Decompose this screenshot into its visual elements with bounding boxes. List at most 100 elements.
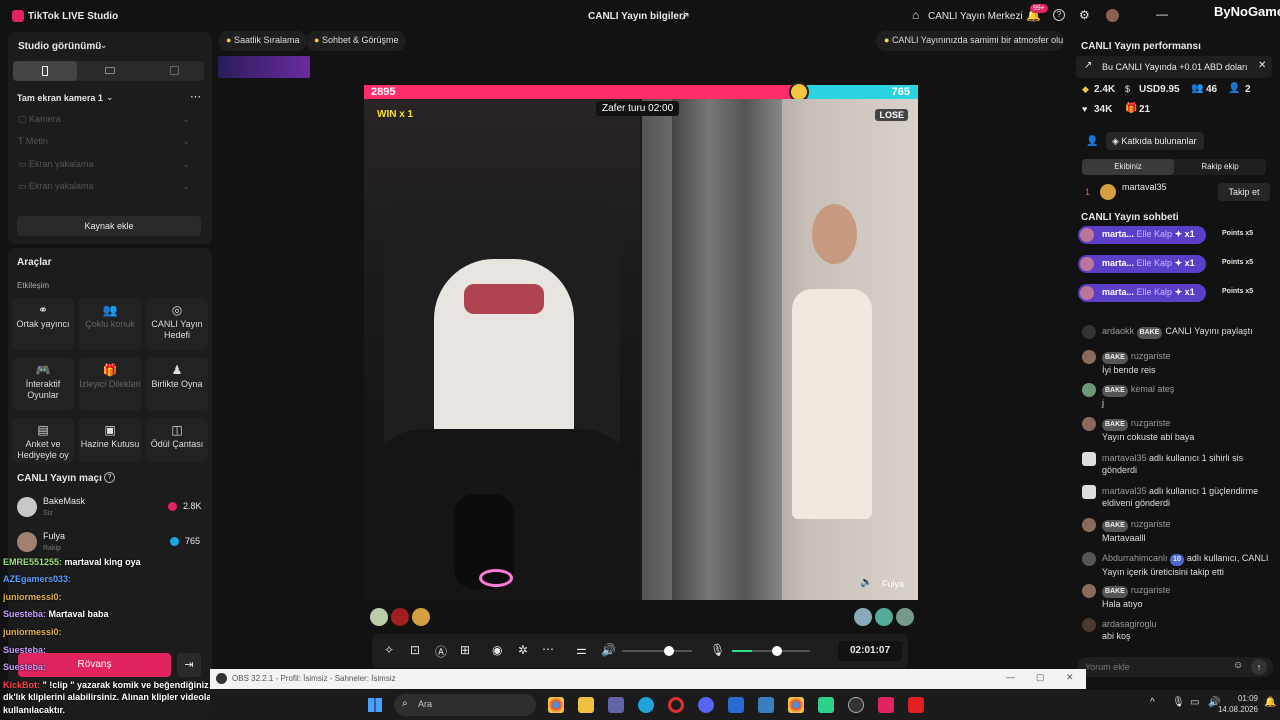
microphone-icon[interactable]: 🎙	[710, 643, 725, 657]
chevron-down-icon[interactable]: ⌄	[182, 136, 190, 147]
treasure-box-tool[interactable]: ▣ Hazine Kutusu	[79, 417, 141, 463]
discord-icon[interactable]	[698, 697, 714, 713]
chevron-down-icon[interactable]: ⌄	[106, 92, 114, 103]
avatar[interactable]	[1106, 9, 1119, 22]
comment-field[interactable]	[1085, 660, 1225, 674]
tiktok-icon[interactable]	[878, 697, 894, 713]
scene-name[interactable]: Tam ekran kamera 1	[17, 93, 103, 103]
microphone-icon[interactable]: 🎙	[1172, 697, 1185, 708]
tab-your-team[interactable]: Ekibiniz	[1082, 159, 1174, 175]
viewer-wishes-tool[interactable]: 🎁 İzleyici Dilekleri	[79, 357, 141, 411]
app-icon[interactable]	[818, 697, 834, 713]
avatar[interactable]	[896, 608, 914, 626]
chrome-icon[interactable]	[548, 697, 564, 713]
record-icon[interactable]: ◉	[492, 643, 502, 657]
chat-message: Abdurrahimcanlı 10 adlı kullanıcı, CANLI …	[1082, 552, 1272, 578]
home-icon[interactable]: ⌂	[912, 8, 919, 22]
minimize-icon[interactable]: —	[1006, 672, 1015, 682]
chevron-down-icon[interactable]: ⌄	[182, 159, 190, 170]
exit-match-button[interactable]: ⇥	[177, 653, 201, 677]
opera-icon[interactable]	[668, 697, 684, 713]
speaker-icon[interactable]: 🔊	[601, 643, 616, 657]
chevron-down-icon[interactable]: ⌄	[182, 114, 190, 125]
source-row[interactable]: ▭ Ekran yakalama ⌄	[18, 181, 190, 199]
speaker-volume-slider[interactable]	[622, 646, 692, 656]
network-icon[interactable]: ▭	[1190, 697, 1199, 708]
obs-icon[interactable]	[848, 697, 864, 713]
mic-volume-slider[interactable]	[732, 646, 810, 656]
taskbar-search[interactable]: ⌕ Ara	[394, 694, 536, 716]
multi-layout-icon[interactable]	[170, 66, 179, 75]
chevron-down-icon[interactable]: ⌄	[182, 181, 190, 192]
settings-icon[interactable]: ⚙	[1079, 8, 1090, 22]
tab-opponent-team[interactable]: Rakip ekip	[1174, 159, 1266, 175]
minimize-icon[interactable]: —	[1156, 7, 1168, 21]
fan-badge: BAKE	[1102, 520, 1128, 532]
add-source-button[interactable]: Kaynak ekle	[17, 216, 201, 236]
live-info-title[interactable]: CANLI Yayın bilgileri	[588, 11, 686, 22]
trophy-icon: ●	[226, 35, 234, 45]
photos-icon[interactable]	[758, 697, 774, 713]
clock-time[interactable]: 01:09	[1220, 694, 1258, 703]
multi-guest-tool[interactable]: 👥 Çoklu konuk	[79, 297, 141, 351]
help-icon[interactable]: ?	[1053, 9, 1065, 21]
avatar[interactable]	[854, 608, 872, 626]
emoji-icon[interactable]: ☺	[1233, 660, 1243, 671]
windows-start-icon[interactable]	[368, 698, 382, 712]
more-icon[interactable]: ⋯	[542, 642, 554, 656]
source-row[interactable]: ▢ Kamera ⌄	[18, 114, 190, 132]
mail-icon[interactable]	[728, 697, 744, 713]
obs-window-titlebar[interactable]: OBS 32.2.1 - Profil: İsimsiz - Sahneler:…	[210, 669, 1086, 689]
add-media-icon[interactable]: ⊞	[460, 643, 470, 657]
live-goal-tool[interactable]: ◎ CANLI Yayın Hedefi	[146, 297, 208, 351]
chrome-icon[interactable]	[788, 697, 804, 713]
slider-handle[interactable]	[772, 646, 782, 656]
speaker-icon[interactable]: 🔈	[860, 577, 872, 588]
youtube-icon[interactable]	[908, 697, 924, 713]
effects-icon[interactable]: ✧	[384, 643, 394, 657]
slider-handle[interactable]	[664, 646, 674, 656]
avatar[interactable]	[412, 608, 430, 626]
contributors-toggle-icon[interactable]: 👤	[1086, 136, 1098, 147]
avatar[interactable]	[875, 608, 893, 626]
play-together-tool[interactable]: ♟ Birlikte Oyna	[146, 357, 208, 411]
close-icon[interactable]: ✕	[1066, 672, 1074, 683]
follow-button[interactable]: Takip et	[1218, 183, 1270, 201]
teams-icon[interactable]	[608, 697, 624, 713]
reward-bag-tool[interactable]: ◫ Ödül Çantası	[146, 417, 208, 463]
gift-icon	[1082, 485, 1096, 499]
tip-chip[interactable]: ● CANLI Yayınınızda samimi bir atmosfer …	[876, 31, 1064, 51]
ai-icon[interactable]: Ⓐ	[435, 643, 447, 660]
source-row[interactable]: T Metin ⌄	[18, 136, 190, 154]
file-explorer-icon[interactable]	[578, 697, 594, 713]
screenshot-icon[interactable]: ⊡	[410, 643, 420, 657]
clock-date[interactable]: 14.08.2026	[1212, 705, 1258, 714]
comment-input[interactable]: ☺ ↑	[1077, 657, 1273, 677]
poll-tool[interactable]: ▤ Anket ve Hediyeyle oy	[12, 417, 74, 463]
studio-view-dropdown[interactable]: Studio görünümü	[18, 41, 101, 52]
mixer-icon[interactable]: ⚌	[576, 643, 587, 657]
avatar[interactable]	[370, 608, 388, 626]
co-host-tool[interactable]: ⚭ Ortak yayıncı	[12, 297, 74, 351]
tray-chevron-icon[interactable]: ^	[1150, 697, 1155, 708]
hourly-ranking-chip[interactable]: ● Saatlik Sıralama	[218, 31, 308, 51]
landscape-icon[interactable]	[105, 67, 115, 74]
player-name: Fulya	[43, 531, 66, 541]
source-row[interactable]: ▭ Ekran yakalama ⌄	[18, 159, 190, 177]
interactive-games-tool[interactable]: 🎮 İnteraktif Oyunlar	[12, 357, 74, 411]
avatar[interactable]	[391, 608, 409, 626]
edge-icon[interactable]	[638, 697, 654, 713]
live-center-link[interactable]: CANLI Yayın Merkezi	[928, 11, 1023, 22]
chevron-down-icon[interactable]: ⌄	[100, 40, 108, 51]
camera-switch-icon[interactable]: ✲	[518, 643, 528, 657]
maximize-icon[interactable]: ▢	[1036, 672, 1045, 683]
close-icon[interactable]: ✕	[1258, 60, 1266, 71]
info-icon[interactable]: ?	[104, 472, 115, 483]
share-icon[interactable]: ↗	[680, 9, 690, 23]
contributors-button[interactable]: ◈ Katkıda bulunanlar	[1106, 132, 1204, 150]
notification-icon[interactable]: 🔔	[1264, 697, 1276, 708]
send-icon[interactable]: ↑	[1251, 659, 1267, 675]
chat-call-chip[interactable]: ● Sohbet & Görüşme	[306, 31, 407, 51]
promo-banner[interactable]	[218, 56, 310, 78]
more-icon[interactable]: ⋯	[190, 90, 201, 103]
